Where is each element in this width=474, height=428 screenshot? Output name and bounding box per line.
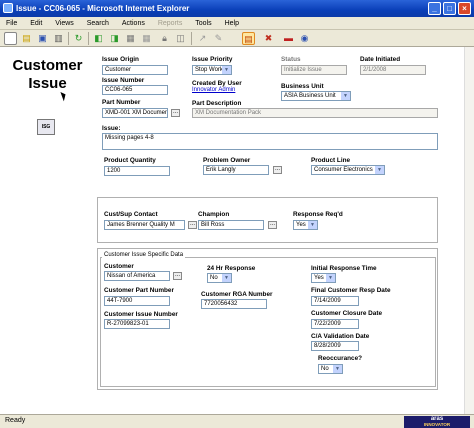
part-description-label: Part Description xyxy=(192,100,242,107)
menu-file[interactable]: File xyxy=(0,17,22,30)
save-icon[interactable]: ▣ xyxy=(36,32,49,45)
final-customer-resp-date-label: Final Customer Resp Date xyxy=(311,287,391,294)
problem-owner-field[interactable]: Erik Langly xyxy=(203,165,269,175)
vertical-scrollbar[interactable] xyxy=(464,47,474,414)
customer-closure-date-label: Customer Closure Date xyxy=(311,310,383,317)
first-record-icon[interactable]: ◧ xyxy=(92,32,105,45)
menu-help[interactable]: Help xyxy=(219,17,244,30)
problem-owner-picker-button[interactable]: ... xyxy=(273,166,282,174)
issue-number-field[interactable]: CC06-065 xyxy=(102,85,168,95)
response-reqd-select[interactable]: Yes xyxy=(293,220,318,230)
status-bar: Ready aras INNOVATOR xyxy=(0,414,474,428)
created-by-link[interactable]: Innovator Admin xyxy=(192,87,235,93)
product-line-select[interactable]: Consumer Electronics xyxy=(311,165,385,175)
cust-contact-label: Cust/Sup Contact xyxy=(104,211,158,218)
menu-edit[interactable]: Edit xyxy=(24,17,47,30)
date-initiated-field: 2/1/2008 xyxy=(360,65,426,75)
business-unit-label: Business Unit xyxy=(281,83,324,90)
close-icon[interactable]: × xyxy=(458,2,471,15)
ca-validation-date-field[interactable]: 8/28/2009 xyxy=(311,341,359,351)
issue-priority-select[interactable]: Stop Work xyxy=(192,65,232,75)
customer-part-number-field[interactable]: 44T-7900 xyxy=(104,296,170,306)
new-document-icon[interactable] xyxy=(4,32,17,45)
reoccurance-label: Reoccurance? xyxy=(318,355,363,362)
next-record-icon[interactable]: ▦ xyxy=(124,32,137,45)
open-icon[interactable]: ▤ xyxy=(20,32,33,45)
customer-field[interactable]: Nissan of America xyxy=(104,271,170,281)
edit-form-icon[interactable]: ▤ xyxy=(242,32,255,45)
business-unit-select[interactable]: ASIA Business Unit xyxy=(281,91,351,101)
hr24-response-label: 24 Hr Response xyxy=(207,265,256,272)
brand-subtitle: INNOVATOR xyxy=(423,422,451,427)
ca-validation-date-label: C/A Validation Date xyxy=(311,333,370,340)
form-content: Customer Issue ISG Issue Origin Customer… xyxy=(0,47,474,414)
promote-icon[interactable]: ↗ xyxy=(196,32,209,45)
part-description-field: XM Documentation Pack xyxy=(192,108,438,118)
product-line-label: Product Line xyxy=(311,157,351,164)
champion-field[interactable]: Bill Ross xyxy=(198,220,264,230)
menu-reports: Reports xyxy=(157,20,183,27)
issue-textarea[interactable]: Missing pages 4-8 xyxy=(102,133,438,150)
reoccurance-select[interactable]: No xyxy=(318,364,343,374)
aras-logo: aras INNOVATOR xyxy=(404,416,470,428)
car-icon[interactable]: ▬ xyxy=(282,32,295,45)
issue-label: Issue: xyxy=(102,125,121,132)
customer-part-number-label: Customer Part Number xyxy=(104,287,174,294)
customer-picker-button[interactable]: ... xyxy=(173,272,182,280)
initial-response-time-label: Initial Response Time xyxy=(311,265,377,272)
window-titlebar: Issue - CC06-065 - Microsoft Internet Ex… xyxy=(0,0,474,17)
product-quantity-label: Product Quantity xyxy=(104,157,156,164)
champion-picker-button[interactable]: ... xyxy=(268,221,277,229)
refresh-icon[interactable]: ↻ xyxy=(72,32,85,45)
status-label: Status xyxy=(281,56,301,63)
created-by-label: Created By User xyxy=(192,80,242,87)
customer-issue-number-label: Customer Issue Number xyxy=(104,311,178,318)
maximize-icon[interactable]: □ xyxy=(443,2,456,15)
previous-record-icon[interactable]: ◨ xyxy=(108,32,121,45)
menu-search[interactable]: Search xyxy=(81,17,114,30)
customer-label: Customer xyxy=(104,263,134,270)
part-number-picker-button[interactable]: ... xyxy=(171,109,180,117)
lock-icon[interactable]: 🔒︎ xyxy=(158,32,171,45)
response-reqd-label: Response Req'd xyxy=(293,211,343,218)
window-title: Issue - CC06-065 - Microsoft Internet Ex… xyxy=(16,4,190,13)
final-customer-resp-date-field[interactable]: 7/14/2009 xyxy=(311,296,359,306)
issue-priority-label: Issue Priority xyxy=(192,56,233,63)
customer-rga-number-field[interactable]: 7720056432 xyxy=(201,299,267,309)
issue-origin-field[interactable]: Customer xyxy=(102,65,168,75)
unlock-icon[interactable]: ◫ xyxy=(174,32,187,45)
product-quantity-field[interactable]: 1200 xyxy=(104,166,170,176)
part-number-field[interactable]: XMD-001 XM Documenta xyxy=(102,108,168,118)
customer-issue-number-field[interactable]: R-27099823-01 xyxy=(104,319,170,329)
menu-bar: File Edit Views Search Actions Reports T… xyxy=(0,17,474,30)
customer-closure-date-field[interactable]: 7/22/2009 xyxy=(311,319,359,329)
cust-contact-picker-button[interactable]: ... xyxy=(188,221,197,229)
status-field: Initialize Issue xyxy=(281,65,347,75)
champion-label: Champion xyxy=(198,211,230,218)
page-title: Customer Issue xyxy=(12,57,83,92)
hr24-response-select[interactable]: No xyxy=(207,273,232,283)
attach-icon[interactable]: ✎ xyxy=(212,32,225,45)
document-icon: ISG xyxy=(37,119,55,135)
menu-tools[interactable]: Tools xyxy=(189,17,216,30)
view-icon[interactable]: ◉ xyxy=(298,32,311,45)
cust-contact-field[interactable]: James Brenner Quality M xyxy=(104,220,185,230)
part-number-label: Part Number xyxy=(102,99,141,106)
customer-rga-number-label: Customer RGA Number xyxy=(201,291,273,298)
date-initiated-label: Date Initiated xyxy=(360,56,401,63)
menu-views[interactable]: Views xyxy=(49,17,79,30)
delete-icon[interactable]: ✖ xyxy=(262,32,275,45)
specific-data-legend: Customer Issue Specific Data xyxy=(102,252,186,258)
issue-origin-label: Issue Origin xyxy=(102,56,139,63)
minimize-icon[interactable]: _ xyxy=(428,2,441,15)
last-record-icon[interactable]: ▦ xyxy=(140,32,153,45)
initial-response-time-select[interactable]: Yes xyxy=(311,273,336,283)
toolbar: ▤ ▣ ▥ ↻ ◧ ◨ ▦ ▦ 🔒︎ ◫ ↗ ✎ ▤ ✖ ▬ ◉ xyxy=(0,30,474,47)
issue-number-label: Issue Number xyxy=(102,77,145,84)
problem-owner-label: Problem Owner xyxy=(203,157,251,164)
print-icon[interactable]: ▥ xyxy=(52,32,65,45)
ie-icon xyxy=(3,3,13,13)
status-text: Ready xyxy=(5,417,26,424)
menu-actions[interactable]: Actions xyxy=(116,17,150,30)
